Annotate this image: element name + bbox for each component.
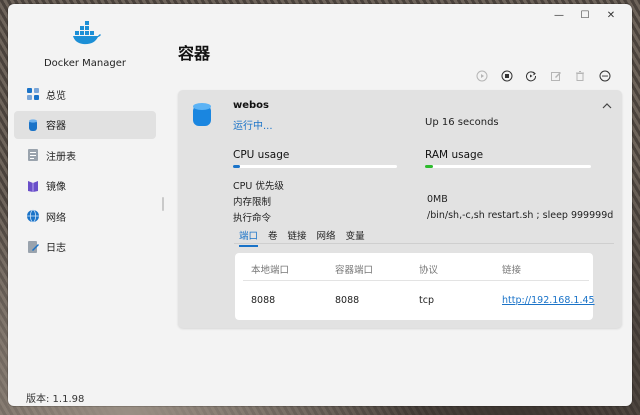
page-title: 容器 xyxy=(178,44,211,63)
sidebar-item-label: 网络 xyxy=(46,212,66,224)
ports-table: 本地端口 容器端口 协议 链接 8088 8088 tcp http://192… xyxy=(235,253,595,320)
docker-logo-icon xyxy=(73,21,101,45)
app-window: — ☐ ✕ Docker Manager 总览 容器 注册表 镜像 网络 日志 … xyxy=(8,4,632,406)
table-header: 本地端口 xyxy=(251,265,290,276)
container-icon xyxy=(26,118,40,132)
table-cell-local-port: 8088 xyxy=(251,295,276,306)
network-icon xyxy=(26,209,40,223)
stop-button[interactable] xyxy=(495,68,520,84)
sidebar-item-label: 日志 xyxy=(46,243,66,254)
tab-volumes[interactable]: 卷 xyxy=(268,228,278,247)
table-header: 链接 xyxy=(502,265,522,276)
more-icon xyxy=(599,70,611,82)
ram-usage-label: RAM usage xyxy=(425,149,484,161)
table-header: 协议 xyxy=(419,265,439,276)
container-card: webos 运行中... Up 16 seconds CPU usage RAM… xyxy=(178,90,622,328)
sidebar-item-label: 容器 xyxy=(46,121,66,132)
table-header-divider xyxy=(243,280,589,281)
sidebar: Docker Manager 总览 容器 注册表 镜像 网络 日志 版本: 1.… xyxy=(8,4,164,406)
restart-icon xyxy=(526,71,537,82)
sidebar-item-overview[interactable]: 总览 xyxy=(14,80,156,108)
collapse-chevron-up-icon[interactable] xyxy=(602,102,612,110)
image-icon xyxy=(26,179,40,193)
tab-network[interactable]: 网络 xyxy=(317,228,336,247)
container-status: 运行中... xyxy=(233,121,273,132)
command-label: 执行命令 xyxy=(233,213,272,224)
edit-icon xyxy=(550,72,561,81)
sidebar-item-images[interactable]: 镜像 xyxy=(14,172,156,200)
delete-button[interactable] xyxy=(568,68,593,84)
sidebar-item-logs[interactable]: 日志 xyxy=(14,233,156,261)
close-button[interactable]: ✕ xyxy=(598,6,624,24)
table-cell-protocol: tcp xyxy=(419,295,434,306)
minimize-button[interactable]: — xyxy=(546,6,572,24)
table-header: 容器端口 xyxy=(335,265,374,276)
tab-variables[interactable]: 变量 xyxy=(346,228,365,247)
start-button[interactable] xyxy=(470,68,495,84)
container-uptime: Up 16 seconds xyxy=(425,117,499,128)
container-toolbar xyxy=(470,68,617,84)
sidebar-item-network[interactable]: 网络 xyxy=(14,202,156,230)
cpu-usage-fill xyxy=(233,165,240,168)
edit-button[interactable] xyxy=(544,68,569,84)
start-icon xyxy=(476,70,488,82)
sidebar-item-label: 注册表 xyxy=(46,151,76,163)
stop-icon xyxy=(501,70,513,82)
delete-icon xyxy=(576,71,585,81)
log-icon xyxy=(26,240,40,254)
container-name: webos xyxy=(233,100,270,111)
ram-usage-bar xyxy=(425,165,591,168)
registry-icon xyxy=(26,148,40,162)
tab-links[interactable]: 链接 xyxy=(288,228,307,247)
sidebar-item-registry[interactable]: 注册表 xyxy=(14,141,156,169)
sidebar-item-containers[interactable]: 容器 xyxy=(14,110,156,139)
cpu-usage-label: CPU usage xyxy=(233,149,290,161)
app-version: 版本: 1.1.98 xyxy=(26,394,85,405)
tab-ports[interactable]: 端口 xyxy=(239,228,259,247)
table-cell-link[interactable]: http://192.168.1.45 xyxy=(502,295,595,306)
cpu-usage-bar xyxy=(233,165,397,168)
command-value: /bin/sh,-c,sh restart.sh ; sleep 999999d xyxy=(427,210,614,221)
sidebar-nav: 总览 容器 注册表 镜像 网络 日志 xyxy=(14,80,156,263)
memory-limit-label: 内存限制 xyxy=(233,197,272,208)
tabs-divider xyxy=(234,243,614,244)
memory-limit-value: 0MB xyxy=(427,194,448,205)
maximize-button[interactable]: ☐ xyxy=(572,6,598,24)
dashboard-icon xyxy=(26,87,40,101)
cpu-priority-label: CPU 优先级 xyxy=(233,181,284,192)
restart-button[interactable] xyxy=(519,68,544,84)
container-icon xyxy=(193,103,211,126)
container-tabs: 端口 卷 链接 网络 变量 xyxy=(239,228,375,247)
more-button[interactable] xyxy=(593,68,618,84)
window-controls: — ☐ ✕ xyxy=(546,6,624,24)
sidebar-item-label: 总览 xyxy=(46,90,66,102)
table-cell-container-port: 8088 xyxy=(335,295,360,306)
sidebar-item-label: 镜像 xyxy=(46,182,66,193)
ram-usage-fill xyxy=(425,165,434,168)
app-name: Docker Manager xyxy=(43,58,127,69)
sidebar-resize-handle[interactable] xyxy=(162,197,164,211)
